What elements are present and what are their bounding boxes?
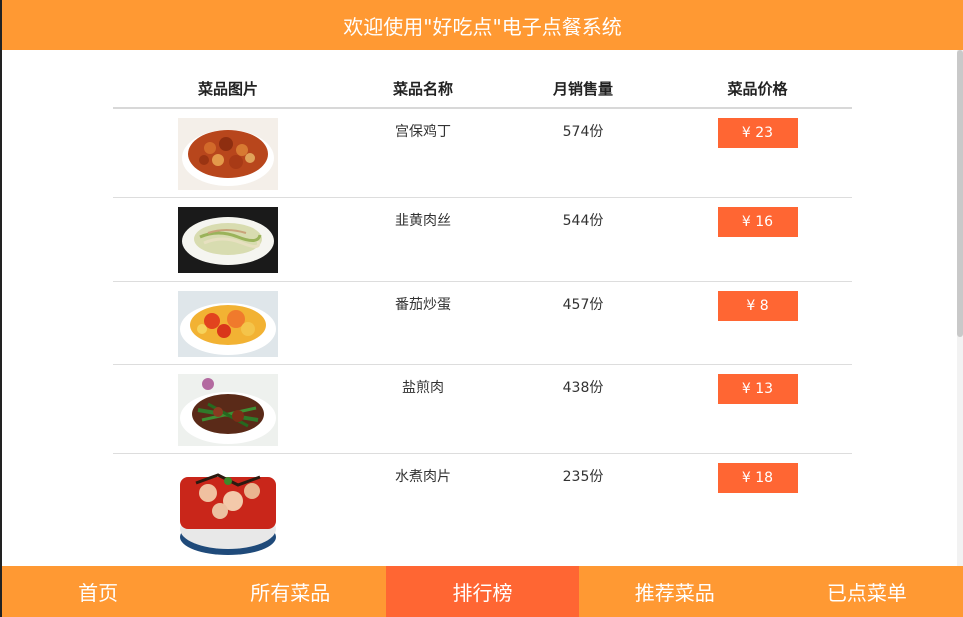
price-button[interactable]: ¥ 8 [717, 291, 798, 321]
dish-name: 水煮肉片 [395, 469, 451, 485]
dish-salt-pork-icon[interactable] [178, 374, 278, 446]
nav-recommended[interactable]: 推荐菜品 [579, 566, 771, 617]
window-left-border [0, 0, 2, 617]
nav-home[interactable]: 首页 [2, 566, 194, 617]
nav-ordered[interactable]: 已点菜单 [771, 566, 963, 617]
dish-name: 番茄炒蛋 [395, 297, 451, 313]
dish-chives-pork-icon[interactable] [178, 207, 278, 273]
table-row[interactable]: 番茄炒蛋 457份 ¥ 8 [113, 282, 852, 365]
table-row[interactable]: 水煮肉片 235份 ¥ 18 [113, 454, 852, 566]
column-header-sales: 月销售量 [552, 80, 613, 98]
nav-all-dishes[interactable]: 所有菜品 [194, 566, 386, 617]
bottom-nav: 首页 所有菜品 排行榜 推荐菜品 已点菜单 [2, 566, 963, 617]
dish-sales: 544份 [562, 213, 604, 229]
page-title: 欢迎使用"好吃点"电子点餐系统 [343, 14, 622, 39]
dish-sales: 438份 [562, 380, 604, 396]
dish-sales: 574份 [562, 124, 604, 140]
dish-tomato-egg-icon[interactable] [178, 291, 278, 357]
dish-sales: 235份 [562, 469, 604, 485]
table-row[interactable]: 盐煎肉 438份 ¥ 13 [113, 365, 852, 454]
column-header-image: 菜品图片 [197, 80, 258, 98]
dish-kungpao-icon[interactable] [178, 118, 278, 190]
column-header-name: 菜品名称 [392, 80, 453, 98]
nav-ranking[interactable]: 排行榜 [386, 566, 579, 617]
dish-name: 宫保鸡丁 [395, 124, 451, 140]
ranking-table: 菜品图片 菜品名称 月销售量 菜品价格 宫保鸡丁 574份 ¥ 23 韭黄肉丝 … [113, 70, 852, 566]
dish-boiled-pork-icon[interactable] [178, 463, 278, 559]
table-header: 菜品图片 菜品名称 月销售量 菜品价格 [113, 70, 852, 109]
scrollbar-thumb[interactable] [957, 50, 963, 337]
app-header: 欢迎使用"好吃点"电子点餐系统 [2, 0, 963, 50]
price-button[interactable]: ¥ 13 [717, 374, 798, 404]
table-row[interactable]: 宫保鸡丁 574份 ¥ 23 [113, 109, 852, 198]
dish-name: 盐煎肉 [402, 380, 444, 396]
price-button[interactable]: ¥ 16 [717, 207, 798, 237]
dish-name: 韭黄肉丝 [395, 213, 451, 229]
price-button[interactable]: ¥ 18 [717, 463, 798, 493]
dish-sales: 457份 [562, 297, 604, 313]
price-button[interactable]: ¥ 23 [717, 118, 798, 148]
column-header-price: 菜品价格 [727, 80, 788, 98]
table-row[interactable]: 韭黄肉丝 544份 ¥ 16 [113, 198, 852, 282]
